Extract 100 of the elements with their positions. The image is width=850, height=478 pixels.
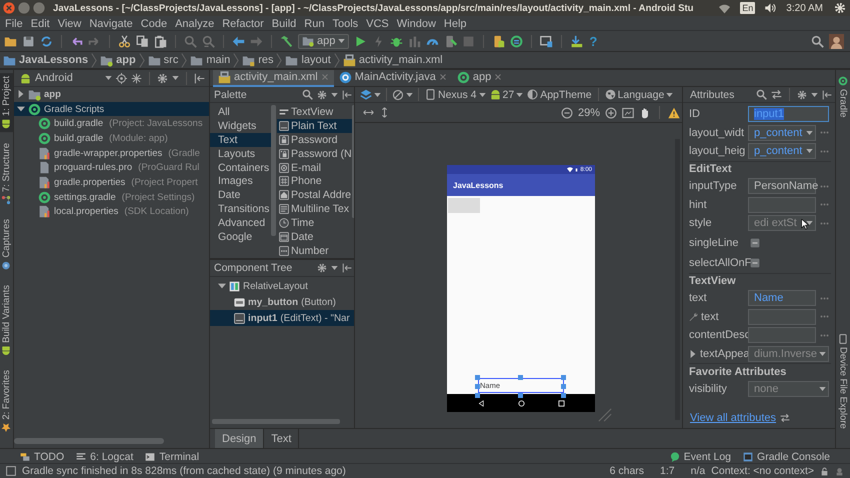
- palette-item[interactable]: Postal Addre: [277, 188, 352, 202]
- breadcrumb[interactable]: res: [242, 54, 274, 66]
- caret-position[interactable]: 1:7: [660, 465, 675, 477]
- fit-screen-icon[interactable]: [622, 106, 634, 118]
- selection-handles[interactable]: [475, 375, 566, 398]
- tree-item[interactable]: build.gradle (Module: app): [14, 131, 209, 146]
- back-icon[interactable]: [478, 400, 484, 406]
- tree-item[interactable]: Gradle Scripts: [14, 102, 209, 116]
- hide-icon[interactable]: [822, 90, 832, 100]
- zoom-in-icon[interactable]: [605, 106, 617, 118]
- tool-window-tab[interactable]: 7: Structure: [0, 140, 13, 208]
- hand-icon[interactable]: [639, 106, 651, 118]
- palette-item[interactable]: Multiline Tex: [277, 202, 352, 216]
- view-all-attributes-link[interactable]: View all attributes: [690, 412, 776, 424]
- more-button[interactable]: [820, 296, 829, 300]
- collapse-all-icon[interactable]: [131, 72, 142, 84]
- swap-icon[interactable]: [780, 413, 790, 423]
- volume-icon[interactable]: [764, 2, 778, 14]
- menu-item[interactable]: Analyze: [171, 18, 218, 30]
- clock[interactable]: 3:20 AM: [786, 2, 823, 14]
- tree-item[interactable]: proguard-rules.pro (ProGuard Rul: [14, 160, 209, 176]
- text-field[interactable]: [748, 196, 816, 213]
- tree-item[interactable]: RelativeLayout: [210, 278, 354, 294]
- menu-item[interactable]: Refactor: [218, 18, 268, 30]
- layers-icon[interactable]: [360, 88, 372, 100]
- hammer-icon[interactable]: [280, 34, 293, 48]
- search-icon[interactable]: [811, 34, 824, 48]
- undo-icon[interactable]: [70, 34, 83, 48]
- api-level-dropdown[interactable]: 27: [488, 88, 524, 100]
- resize-grip-icon[interactable]: [598, 408, 612, 422]
- tool-window-button[interactable]: Event Log: [670, 450, 732, 462]
- palette-category[interactable]: Layouts: [210, 146, 271, 161]
- paste-icon[interactable]: [154, 34, 167, 48]
- cut-icon[interactable]: [118, 34, 131, 48]
- maximize-button[interactable]: [33, 2, 45, 14]
- theme-button[interactable]: AppTheme: [526, 88, 593, 100]
- more-button[interactable]: [820, 184, 829, 188]
- palette-category[interactable]: Widgets: [210, 118, 271, 133]
- palette-category[interactable]: Containers: [210, 160, 271, 174]
- tool-window-tab[interactable]: Device File Explore: [836, 331, 850, 432]
- settings-icon[interactable]: [797, 90, 807, 100]
- menu-item[interactable]: Help: [440, 18, 471, 30]
- close-icon[interactable]: [494, 73, 502, 81]
- palette-item[interactable]: Password: [277, 132, 352, 147]
- close-icon[interactable]: [438, 73, 447, 81]
- run-configuration-dropdown[interactable]: app: [298, 34, 350, 48]
- avatar-icon[interactable]: [829, 34, 844, 48]
- collapse-arrow-icon[interactable]: [17, 105, 25, 114]
- settings-icon[interactable]: [317, 90, 327, 100]
- tree-item[interactable]: build.gradle (Project: JavaLessons: [14, 116, 209, 132]
- warning-icon[interactable]: [668, 106, 680, 118]
- close-button[interactable]: [3, 2, 15, 14]
- checkbox[interactable]: [750, 238, 760, 248]
- vertical-arrows-icon[interactable]: [379, 107, 390, 118]
- editor-mode-tab[interactable]: Design: [215, 429, 264, 448]
- palette-category[interactable]: Google: [210, 230, 271, 244]
- horizontal-arrows-icon[interactable]: [363, 107, 374, 118]
- more-button[interactable]: [820, 315, 829, 318]
- menu-item[interactable]: Run: [300, 18, 328, 30]
- swap-icon[interactable]: [771, 89, 782, 100]
- sync-icon[interactable]: [40, 34, 53, 48]
- keyboard-layout-indicator[interactable]: En: [740, 2, 756, 14]
- view-dropdown[interactable]: Android: [20, 72, 112, 84]
- zoom-out-icon[interactable]: [560, 106, 573, 118]
- breadcrumb[interactable]: main: [190, 54, 230, 66]
- menu-item[interactable]: Navigate: [85, 18, 137, 30]
- menu-item[interactable]: Edit: [26, 18, 54, 30]
- device-icon[interactable]: [540, 34, 554, 48]
- text-field[interactable]: [748, 327, 816, 344]
- device-dropdown[interactable]: Nexus 4: [424, 88, 487, 100]
- palette-item[interactable]: Plain Text: [277, 118, 352, 133]
- dropdown-field[interactable]: p_content: [748, 143, 816, 160]
- tool-window-tab[interactable]: 2: Favorites: [0, 366, 13, 436]
- home-icon[interactable]: [518, 400, 524, 406]
- editor-tab[interactable]: activity_main.xml: [213, 70, 334, 86]
- locate-icon[interactable]: [116, 72, 127, 84]
- palette-item[interactable]: Time: [277, 216, 352, 230]
- breadcrumb[interactable]: activity_main.xml: [342, 54, 443, 66]
- tool-window-tab[interactable]: Build Variants: [0, 282, 13, 359]
- breadcrumb[interactable]: JavaLessons: [3, 54, 88, 66]
- tree-item[interactable]: app: [14, 87, 209, 102]
- tool-window-tab[interactable]: Captures: [0, 216, 13, 274]
- menu-item[interactable]: Code: [136, 18, 172, 30]
- palette-item[interactable]: Password (N: [277, 146, 352, 161]
- tree-item[interactable]: input1 (EditText) - "Nar: [210, 310, 354, 326]
- menu-item[interactable]: VCS: [362, 18, 393, 30]
- more-button[interactable]: [820, 203, 829, 206]
- language-dropdown[interactable]: Language: [604, 88, 674, 100]
- palette-category[interactable]: Transitions: [210, 202, 271, 216]
- more-button[interactable]: [820, 334, 829, 337]
- search-icon[interactable]: [302, 89, 313, 100]
- breadcrumb[interactable]: layout: [285, 54, 331, 66]
- text-field[interactable]: [748, 308, 816, 325]
- breadcrumb[interactable]: src: [148, 54, 178, 66]
- expand-arrow-icon[interactable]: [17, 90, 25, 98]
- settings-icon[interactable]: [157, 72, 168, 84]
- tool-window-button[interactable]: 6: Logcat: [76, 450, 134, 462]
- hide-icon[interactable]: [342, 90, 352, 100]
- save-icon[interactable]: [22, 34, 35, 48]
- tree-item[interactable]: gradle-wrapper.properties (Gradle: [14, 146, 209, 160]
